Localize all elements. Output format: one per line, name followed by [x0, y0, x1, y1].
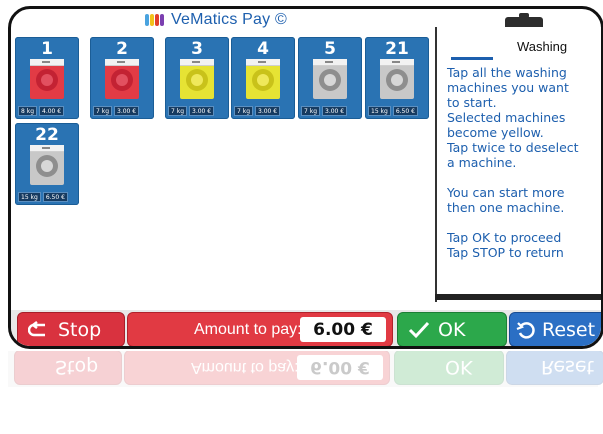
machine-tile[interactable]: 5 7 kg 3.00 € — [298, 37, 362, 119]
machine-price: 4.00 € — [39, 106, 65, 116]
help-text: Tap all the washing machines you want to… — [447, 65, 579, 260]
back-arrow-icon — [28, 320, 46, 336]
ok-button[interactable]: OK — [397, 312, 507, 346]
header: VeMatics Pay © — [11, 11, 431, 35]
reflected-reset: Reset — [506, 351, 603, 385]
screen-reflection: Stop Amount to pay: 6.00 € OK Reset — [8, 351, 603, 434]
machine-tile[interactable]: 3 7 kg 3.00 € — [165, 37, 229, 119]
machine-number: 22 — [35, 125, 59, 145]
machine-weight: 15 kg — [368, 106, 391, 116]
machine-weight: 15 kg — [18, 192, 41, 202]
kiosk-screen: VeMatics Pay © 18 kg 4.00 €2 7 kg 3.00 €3 7 … — [8, 6, 603, 349]
machine-number: 4 — [257, 39, 269, 59]
washing-machine-icon — [30, 145, 64, 185]
reflected-reset-label: Reset — [541, 356, 595, 379]
reflected-amount-value: 6.00 € — [297, 355, 383, 380]
machine-number: 3 — [191, 39, 203, 59]
machine-weight: 8 kg — [18, 106, 38, 116]
washing-machine-icon — [380, 59, 414, 99]
clipboard-clip-icon — [505, 13, 543, 27]
machine-tile[interactable]: 2 7 kg 3.00 € — [90, 37, 154, 119]
reset-label: Reset — [542, 318, 596, 341]
stop-label: Stop — [58, 318, 102, 341]
washing-machine-icon — [30, 59, 64, 99]
machine-price: 3.00 € — [189, 106, 215, 116]
washing-machine-icon — [313, 59, 347, 99]
machine-price: 3.00 € — [322, 106, 348, 116]
reflected-stop-label: Stop — [55, 356, 99, 379]
machine-weight: 7 kg — [168, 106, 188, 116]
vematics-logo-icon — [145, 12, 165, 28]
washing-machine-icon — [180, 59, 214, 99]
machine-info: 15 kg 6.50 € — [368, 106, 418, 116]
stop-button[interactable]: Stop — [17, 312, 125, 346]
machine-tile[interactable]: 22 15 kg 6.50 € — [15, 123, 79, 205]
machine-weight: 7 kg — [93, 106, 113, 116]
reflected-bottom-bar: Stop Amount to pay: 6.00 € OK Reset — [8, 351, 603, 387]
machine-info: 7 kg 3.00 € — [301, 106, 348, 116]
machine-info: 15 kg 6.50 € — [18, 192, 68, 202]
amount-label: Amount to pay: — [194, 320, 302, 338]
machine-info: 7 kg 3.00 € — [234, 106, 281, 116]
machine-price: 6.50 € — [42, 192, 68, 202]
help-panel-bottom — [435, 294, 601, 300]
reflected-stop: Stop — [14, 351, 122, 385]
machine-number: 2 — [116, 39, 128, 59]
machine-price: 6.50 € — [392, 106, 418, 116]
machine-number: 1 — [41, 39, 53, 59]
amount-value: 6.00 € — [300, 317, 386, 342]
reflected-ok: OK — [394, 351, 504, 385]
machine-tile[interactable]: 1 8 kg 4.00 € — [15, 37, 79, 119]
machine-info: 7 kg 3.00 € — [93, 106, 140, 116]
machine-tile[interactable]: 4 7 kg 3.00 € — [231, 37, 295, 119]
reflected-amount: Amount to pay: 6.00 € — [124, 351, 390, 385]
reset-icon — [516, 321, 535, 339]
washing-machine-icon — [105, 59, 139, 99]
help-title: Washing — [517, 39, 568, 54]
machine-number: 21 — [385, 39, 409, 59]
machine-weight: 7 kg — [234, 106, 254, 116]
amount-panel: Amount to pay: 6.00 € — [127, 312, 393, 346]
help-title-underline — [451, 57, 493, 60]
app-title: VeMatics Pay © — [171, 11, 287, 28]
machine-price: 3.00 € — [255, 106, 281, 116]
ok-label: OK — [438, 318, 466, 341]
machine-number: 5 — [324, 39, 336, 59]
machine-tile[interactable]: 21 15 kg 6.50 € — [365, 37, 429, 119]
machine-info: 8 kg 4.00 € — [18, 106, 65, 116]
reset-button[interactable]: Reset — [509, 312, 601, 346]
machine-price: 3.00 € — [114, 106, 140, 116]
help-panel: Washing Tap all the washing machines you… — [435, 27, 601, 302]
machine-weight: 7 kg — [301, 106, 321, 116]
check-icon — [408, 321, 430, 338]
washing-machine-icon — [246, 59, 280, 99]
brand: VeMatics Pay © — [145, 11, 287, 29]
machine-info: 7 kg 3.00 € — [168, 106, 215, 116]
bottom-bar: Stop Amount to pay: 6.00 € OK Reset — [11, 310, 601, 346]
reflected-ok-label: OK — [445, 356, 473, 379]
reflected-amount-label: Amount to pay: — [191, 359, 299, 377]
